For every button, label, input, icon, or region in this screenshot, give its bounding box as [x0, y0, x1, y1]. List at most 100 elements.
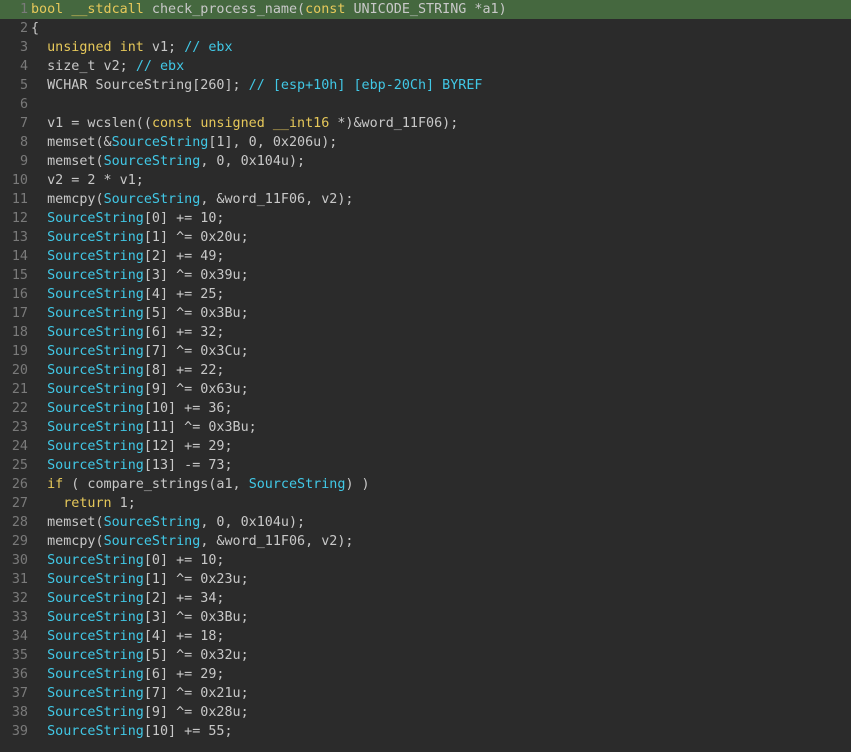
variable-token: SourceString [47, 401, 144, 416]
code-line[interactable]: 24 SourceString[12] += 29; [0, 437, 851, 456]
code-line[interactable]: 4 size_t v2; // ebx [0, 57, 851, 76]
code-line[interactable]: 14 SourceString[2] += 49; [0, 247, 851, 266]
code-text: SourceString[1] ^= 0x20u; [31, 228, 249, 247]
code-line[interactable]: 1 bool __stdcall check_process_name(const… [0, 0, 851, 19]
code-line[interactable]: 10 v2 = 2 * v1; [0, 171, 851, 190]
variable-token: SourceString [47, 458, 144, 473]
code-line[interactable]: 28 memset(SourceString, 0, 0x104u); [0, 513, 851, 532]
variable-token: SourceString [103, 192, 201, 207]
line-number: 14 [11, 249, 28, 264]
comment-token: // [esp+10h] [ebp-20Ch] BYREF [248, 78, 483, 93]
code-line[interactable]: 26 if ( compare_strings(a1, SourceString… [0, 475, 851, 494]
code-token: [6] += 32; [143, 325, 225, 340]
code-line[interactable]: 27 return 1; [0, 494, 851, 513]
code-line[interactable]: 15 SourceString[3] ^= 0x39u; [0, 266, 851, 285]
code-line[interactable]: 19 SourceString[7] ^= 0x3Cu; [0, 342, 851, 361]
keyword-token: bool [31, 2, 64, 17]
code-text: SourceString[0] += 10; [31, 209, 225, 228]
code-token: memset( [31, 154, 104, 169]
line-number: 31 [11, 572, 28, 587]
variable-token: SourceString [103, 534, 201, 549]
code-token: check_process_name( [143, 2, 306, 17]
line-number: 17 [11, 306, 28, 321]
code-line[interactable]: 17 SourceString[5] ^= 0x3Bu; [0, 304, 851, 323]
variable-token: SourceString [47, 686, 144, 701]
code-text: SourceString[5] ^= 0x3Bu; [31, 304, 249, 323]
code-text: SourceString[5] ^= 0x32u; [31, 646, 249, 665]
code-line[interactable]: 38 SourceString[9] ^= 0x28u; [0, 703, 851, 722]
code-line[interactable]: 29 memcpy(SourceString, &word_11F06, v2)… [0, 532, 851, 551]
code-token: [9] ^= 0x28u; [143, 705, 249, 720]
pseudocode-editor[interactable]: 1 bool __stdcall check_process_name(const… [0, 0, 851, 752]
code-line[interactable]: 33 SourceString[3] ^= 0x3Bu; [0, 608, 851, 627]
code-line[interactable]: 5 WCHAR SourceString[260]; // [esp+10h] … [0, 76, 851, 95]
code-token: 1; [111, 496, 136, 511]
code-line[interactable]: 18 SourceString[6] += 32; [0, 323, 851, 342]
code-token: [4] += 25; [143, 287, 225, 302]
line-number: 1 [19, 2, 28, 17]
line-number: 10 [11, 173, 28, 188]
code-token: v2 = 2 * v1; [31, 173, 144, 188]
code-line[interactable]: 8 memset(&SourceString[1], 0, 0x206u); [0, 133, 851, 152]
code-text: SourceString[0] += 10; [31, 551, 224, 570]
code-text: size_t v2; // ebx [31, 57, 184, 76]
line-number: 4 [19, 59, 28, 74]
code-token: [3] ^= 0x3Bu; [143, 610, 249, 625]
code-token: memset(& [31, 135, 112, 150]
code-line[interactable]: 39 SourceString[10] += 55; [0, 722, 851, 741]
code-line[interactable]: 35 SourceString[5] ^= 0x32u; [0, 646, 851, 665]
code-token: [5] ^= 0x32u; [143, 648, 249, 663]
code-token: [10] += 55; [143, 724, 233, 739]
code-line[interactable]: 7 v1 = wcslen((const unsigned __int16 *)… [0, 114, 851, 133]
code-line[interactable]: 9 memset(SourceString, 0, 0x104u); [0, 152, 851, 171]
code-line[interactable]: 32 SourceString[2] += 34; [0, 589, 851, 608]
code-line[interactable]: 20 SourceString[8] += 22; [0, 361, 851, 380]
code-line[interactable]: 21 SourceString[9] ^= 0x63u; [0, 380, 851, 399]
code-token: [0] += 10; [143, 211, 225, 226]
code-token: [8] += 22; [143, 363, 225, 378]
line-number: 9 [19, 154, 28, 169]
code-line[interactable]: 11 memcpy(SourceString, &word_11F06, v2)… [0, 190, 851, 209]
variable-token: SourceString [47, 439, 144, 454]
code-token: [13] -= 73; [143, 458, 233, 473]
code-token: [1], 0, 0x206u); [208, 135, 338, 150]
variable-token: SourceString [47, 724, 144, 739]
comment-token: // ebx [184, 40, 233, 55]
code-token: [11] ^= 0x3Bu; [143, 420, 257, 435]
variable-token: SourceString [47, 325, 144, 340]
line-number: 11 [11, 192, 28, 207]
code-line[interactable]: 3 unsigned int v1; // ebx [0, 38, 851, 57]
variable-token: SourceString [47, 287, 144, 302]
line-number: 19 [11, 344, 28, 359]
code-line[interactable]: 30 SourceString[0] += 10; [0, 551, 851, 570]
code-line[interactable]: 22 SourceString[10] += 36; [0, 399, 851, 418]
code-line[interactable]: 23 SourceString[11] ^= 0x3Bu; [0, 418, 851, 437]
code-token: , 0, 0x104u); [200, 154, 306, 169]
code-line[interactable]: 25 SourceString[13] -= 73; [0, 456, 851, 475]
line-number: 5 [19, 78, 28, 93]
code-line[interactable]: 2{ [0, 19, 851, 38]
code-line[interactable]: 13 SourceString[1] ^= 0x20u; [0, 228, 851, 247]
code-line[interactable]: 16 SourceString[4] += 25; [0, 285, 851, 304]
code-text: memset(SourceString, 0, 0x104u); [31, 513, 305, 532]
code-line[interactable]: 12 SourceString[0] += 10; [0, 209, 851, 228]
code-line[interactable]: 34 SourceString[4] += 18; [0, 627, 851, 646]
code-line[interactable]: 37 SourceString[7] ^= 0x21u; [0, 684, 851, 703]
code-line[interactable]: 6 [0, 95, 851, 114]
code-token: ) ) [345, 477, 370, 492]
line-number: 22 [11, 401, 28, 416]
code-line[interactable]: 31 SourceString[1] ^= 0x23u; [0, 570, 851, 589]
code-line[interactable]: 36 SourceString[6] += 29; [0, 665, 851, 684]
